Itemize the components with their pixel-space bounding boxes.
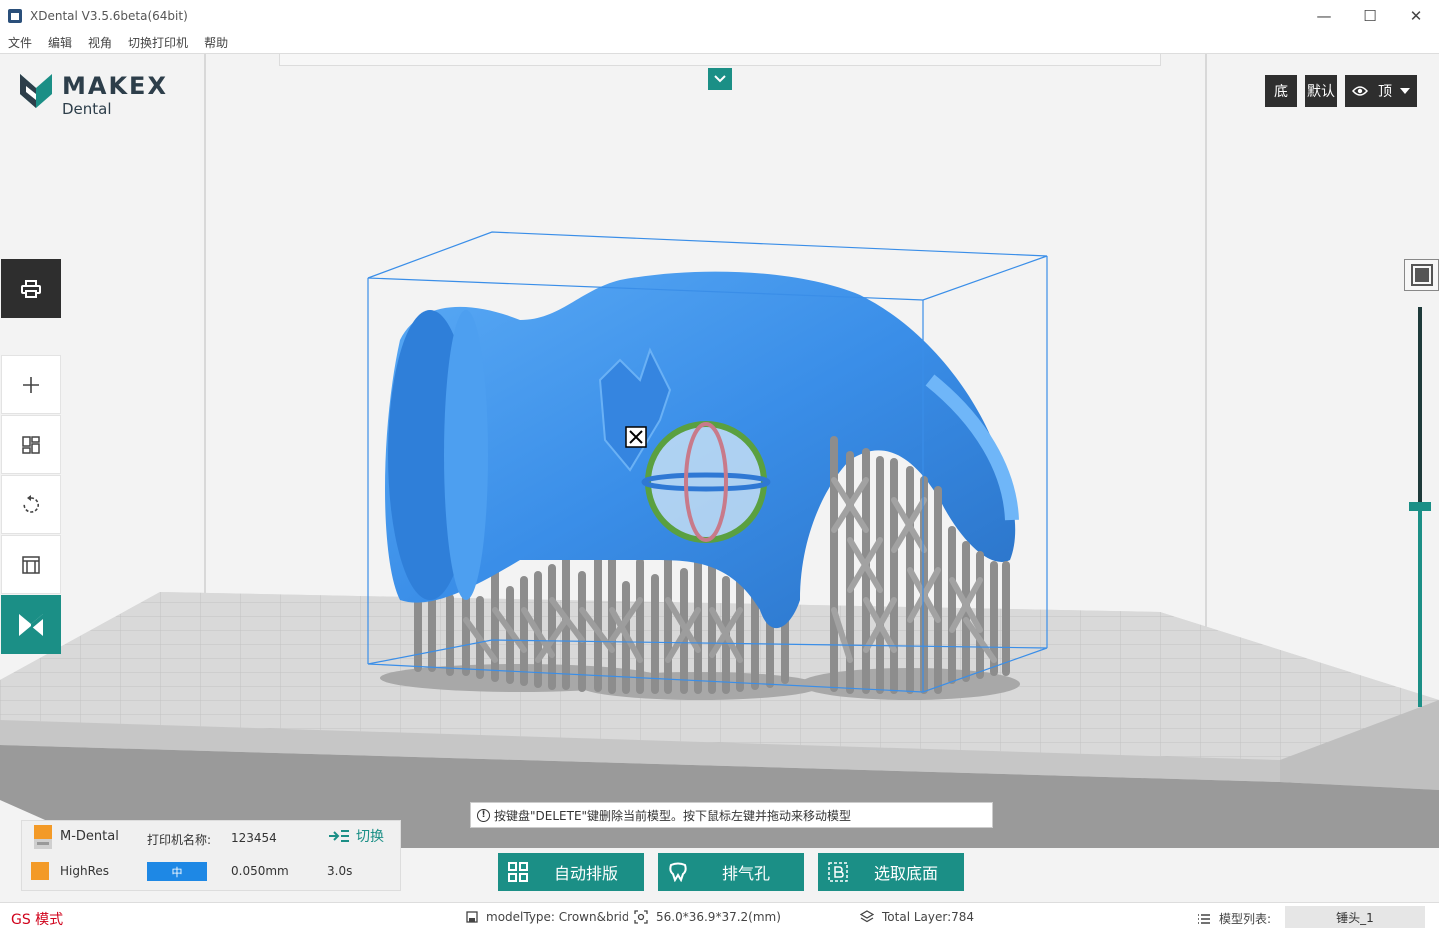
app-icon [8, 8, 22, 23]
info-icon: ! [477, 808, 490, 822]
printer-icon [21, 279, 41, 298]
close-icon[interactable]: ✕ [1393, 0, 1439, 31]
view-bottom-button[interactable]: 底 [1265, 75, 1297, 107]
exposure-time: 3.0s [327, 864, 353, 878]
printer-brand: M-Dental [60, 829, 119, 844]
switch-printer-button[interactable]: 切换 [328, 826, 384, 846]
total-layer-text: Total Layer:784 [882, 910, 975, 924]
vent-hole-label: 排气孔 [721, 864, 770, 883]
support-icon [22, 555, 40, 574]
print-mode: HighRes [60, 864, 110, 878]
makex-icon [19, 613, 43, 636]
expand-panel-button[interactable] [708, 68, 732, 90]
layer-square-icon [1410, 264, 1433, 286]
title-bar: XDental V3.5.6beta(64bit) — ☐ ✕ [0, 0, 1439, 31]
layer-slider-handle[interactable] [1409, 502, 1431, 511]
printer-name-value: 123454 [231, 831, 277, 845]
logo-wordmark: MAKEX [62, 72, 168, 100]
menu-switch-printer[interactable]: 切换打印机 [120, 34, 196, 51]
menu-bar: 文件 编辑 视角 切换打印机 帮助 [0, 31, 1439, 54]
gs-mode-label[interactable]: GS 模式 [11, 909, 63, 929]
top-panel-strip [279, 54, 1161, 66]
viewport-3d[interactable] [0, 54, 1439, 902]
dimension-icon [634, 910, 648, 924]
switch-label: 切换 [356, 829, 384, 845]
quality-level-badge[interactable]: 中 [147, 862, 207, 881]
model-list-label: 模型列表: [1219, 912, 1272, 926]
plus-icon [23, 376, 39, 393]
resin-color-swatch [31, 862, 49, 880]
dimensions-text: 56.0*36.9*37.2(mm) [656, 910, 781, 924]
menu-help[interactable]: 帮助 [196, 34, 236, 51]
move-icon [625, 426, 647, 448]
menu-edit[interactable]: 编辑 [40, 34, 80, 51]
printer-thumbnail-icon [34, 825, 52, 849]
support-button[interactable] [1, 535, 61, 594]
scene-canvas[interactable] [0, 54, 1439, 902]
auto-layout-label: 自动排版 [553, 864, 618, 883]
hint-bar: ! 按键盘"DELETE"键删除当前模型。按下鼠标左键并拖动来移动模型 [470, 802, 993, 828]
select-base-button[interactable]: 选取底面 [818, 853, 964, 891]
model-list-select[interactable]: 锤头_1 [1285, 906, 1425, 928]
window-controls: — ☐ ✕ [1301, 0, 1439, 31]
chevron-down-icon [714, 75, 726, 83]
view-top-dropdown[interactable]: 顶 [1345, 75, 1417, 107]
window-title: XDental V3.5.6beta(64bit) [30, 8, 188, 23]
maximize-icon[interactable]: ☐ [1347, 0, 1393, 31]
select-base-label: 选取底面 [873, 864, 938, 883]
menu-view[interactable]: 视角 [80, 34, 120, 51]
makex-tool-button[interactable] [1, 595, 61, 654]
rotate-icon [23, 494, 39, 513]
view-top-label: 顶 [1378, 84, 1392, 100]
layers-icon [860, 910, 874, 923]
eye-icon [1352, 86, 1368, 96]
layout-icon [22, 435, 40, 454]
logo-subtitle: Dental [62, 100, 112, 118]
status-bar: GS 模式 modelType: Crown&bridge 56.0*36.9*… [0, 902, 1439, 931]
layer-thickness: 0.050mm [231, 864, 289, 878]
model-list-status: 模型列表: [1197, 910, 1271, 927]
model-type-text: modelType: Crown&bridge [486, 910, 628, 924]
rotation-gizmo [641, 421, 771, 543]
list-icon [1198, 913, 1210, 924]
model-type-status: modelType: Crown&bridge [466, 910, 628, 924]
layout-button[interactable] [1, 415, 61, 474]
makex-logo-icon [20, 74, 52, 108]
minimize-icon[interactable]: — [1301, 0, 1347, 31]
dimensions-status: 56.0*36.9*37.2(mm) [634, 910, 781, 924]
vent-hole-button[interactable]: 排气孔 [658, 853, 804, 891]
hint-text: 按键盘"DELETE"键删除当前模型。按下鼠标左键并拖动来移动模型 [494, 808, 852, 823]
layer-slider-track-upper [1418, 307, 1422, 506]
switch-icon [329, 830, 349, 842]
view-default-button[interactable]: 默认 [1305, 75, 1337, 107]
menu-file[interactable]: 文件 [0, 34, 40, 51]
layer-view-button[interactable] [1404, 259, 1439, 291]
save-icon [466, 911, 478, 923]
total-layer-status: Total Layer:784 [860, 910, 974, 924]
rotate-button[interactable] [1, 475, 61, 534]
caret-down-icon [1400, 88, 1410, 94]
printer-name-label: 打印机名称: [147, 833, 212, 847]
print-button[interactable] [1, 259, 61, 318]
auto-layout-button[interactable]: 自动排版 [498, 853, 644, 891]
add-model-button[interactable] [1, 355, 61, 414]
